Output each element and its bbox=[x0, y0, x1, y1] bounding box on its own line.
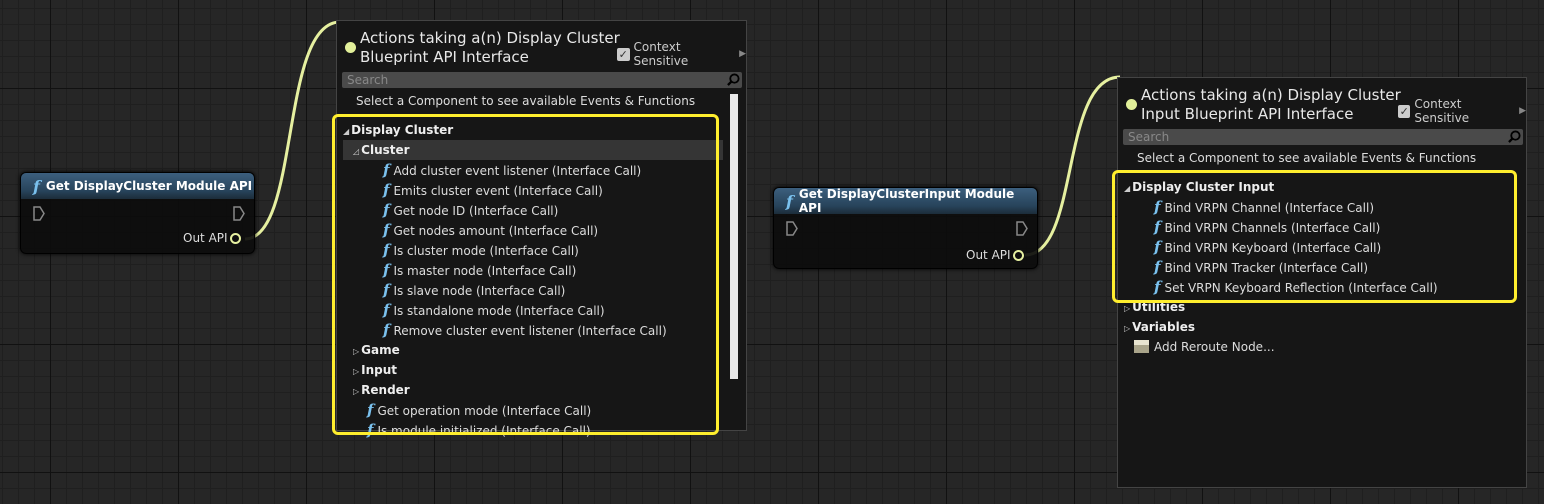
reroute-node-item[interactable]: Add Reroute Node... bbox=[1134, 337, 1275, 357]
pin-type-dot bbox=[1126, 99, 1137, 110]
out-api-pin[interactable] bbox=[230, 233, 241, 244]
menu-title-line2: Input Blueprint API Interface bbox=[1141, 105, 1354, 123]
out-api-pin[interactable] bbox=[1013, 250, 1024, 261]
search-input[interactable]: Search bbox=[1123, 129, 1523, 145]
expand-arrow-icon[interactable]: ▶ bbox=[1519, 106, 1526, 116]
menu-title-line1: Actions taking a(n) Display Cluster bbox=[1141, 86, 1401, 104]
wire-out-api-2 bbox=[1024, 75, 1121, 257]
checkbox-checked-icon[interactable]: ✓ bbox=[617, 47, 630, 61]
menu-title-line1: Actions taking a(n) Display Cluster bbox=[360, 29, 620, 47]
context-sensitive-toggle[interactable]: ✓ Context Sensitive ▶ bbox=[617, 40, 746, 68]
get-displaycluster-module-api-node[interactable]: f Get DisplayCluster Module API Out API bbox=[20, 172, 255, 254]
context-sensitive-label: Context Sensitive bbox=[633, 40, 689, 68]
node-title: Get DisplayClusterInput Module API bbox=[798, 187, 1015, 215]
expand-arrow-icon[interactable]: ▶ bbox=[739, 49, 746, 59]
pin-type-dot bbox=[345, 42, 356, 53]
search-placeholder: Search bbox=[1128, 130, 1170, 144]
search-input[interactable]: Search bbox=[342, 72, 742, 88]
get-displayclusterinput-module-api-node[interactable]: f Get DisplayClusterInput Module API Out … bbox=[773, 187, 1038, 269]
search-icon[interactable] bbox=[727, 73, 740, 86]
menu-title-line2: Blueprint API Interface bbox=[360, 48, 529, 66]
wire-out-api-1 bbox=[244, 20, 341, 241]
search-icon[interactable] bbox=[1508, 130, 1521, 143]
exec-out-pin[interactable] bbox=[1016, 221, 1028, 236]
highlight-box bbox=[332, 114, 719, 435]
item-label: Add Reroute Node... bbox=[1154, 340, 1275, 354]
hint-text: Select a Component to see available Even… bbox=[356, 94, 696, 108]
search-placeholder: Search bbox=[347, 73, 389, 87]
highlight-box bbox=[1112, 170, 1517, 303]
item-label: Variables bbox=[1132, 320, 1195, 334]
function-icon: f bbox=[786, 191, 793, 211]
scrollbar[interactable] bbox=[730, 94, 738, 379]
function-icon: f bbox=[33, 176, 40, 196]
category-row[interactable]: ▷ Variables bbox=[1124, 317, 1195, 337]
out-api-label: Out API bbox=[966, 248, 1011, 262]
context-sensitive-toggle[interactable]: ✓ Context Sensitive ▶ bbox=[1398, 97, 1526, 125]
checkbox-checked-icon[interactable]: ✓ bbox=[1398, 104, 1411, 118]
out-api-label: Out API bbox=[183, 231, 228, 245]
exec-in-pin[interactable] bbox=[33, 206, 45, 221]
menu-title: Actions taking a(n) Display Cluster Input… bbox=[1141, 86, 1401, 124]
hint-text: Select a Component to see available Even… bbox=[1137, 151, 1477, 165]
node-title: Get DisplayCluster Module API bbox=[45, 179, 253, 193]
menu-title: Actions taking a(n) Display Cluster Bluep… bbox=[360, 29, 620, 67]
exec-in-pin[interactable] bbox=[786, 221, 798, 236]
collapsed-arrow-icon[interactable]: ▷ bbox=[1124, 304, 1130, 313]
context-sensitive-label: Context Sensitive bbox=[1414, 97, 1470, 125]
exec-out-pin[interactable] bbox=[233, 206, 245, 221]
collapsed-arrow-icon[interactable]: ▷ bbox=[1124, 324, 1130, 333]
reroute-node-icon bbox=[1134, 340, 1149, 353]
